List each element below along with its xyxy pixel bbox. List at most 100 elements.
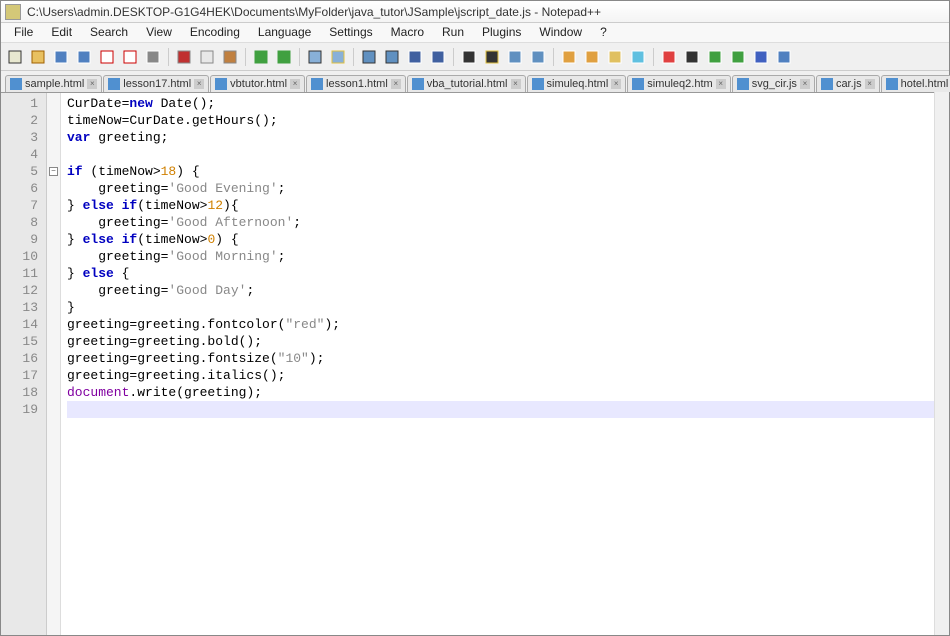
zoom-out-icon[interactable]: [382, 47, 402, 67]
tab-simuleq2-htm[interactable]: simuleq2.htm×: [627, 75, 730, 92]
tab-label: lesson17.html: [123, 78, 191, 90]
code-line[interactable]: greeting=greeting.bold();: [67, 333, 943, 350]
tab-hotel-html[interactable]: hotel.html×: [881, 75, 950, 92]
tab-close-icon[interactable]: ×: [611, 79, 621, 89]
replace-icon[interactable]: [328, 47, 348, 67]
find-icon[interactable]: [305, 47, 325, 67]
play-multi-icon[interactable]: [728, 47, 748, 67]
tab-close-icon[interactable]: ×: [511, 79, 521, 89]
indent-guide2-icon[interactable]: [528, 47, 548, 67]
indent-guide-icon[interactable]: [505, 47, 525, 67]
code-line[interactable]: if (timeNow>18) {: [67, 163, 943, 180]
save-icon[interactable]: [51, 47, 71, 67]
doc-map-icon[interactable]: [559, 47, 579, 67]
sync-v-icon[interactable]: [405, 47, 425, 67]
code-line[interactable]: [67, 401, 943, 418]
file-icon: [737, 78, 749, 90]
file-icon: [215, 78, 227, 90]
menu-window[interactable]: Window: [530, 23, 591, 42]
tab-close-icon[interactable]: ×: [716, 79, 726, 89]
tab-close-icon[interactable]: ×: [290, 79, 300, 89]
menu-help[interactable]: ?: [591, 23, 616, 42]
tab-lesson1-html[interactable]: lesson1.html×: [306, 75, 406, 92]
tab-close-icon[interactable]: ×: [865, 79, 875, 89]
menu-file[interactable]: File: [5, 23, 42, 42]
file-icon: [821, 78, 833, 90]
copy-icon[interactable]: [197, 47, 217, 67]
zoom-in-icon[interactable]: [359, 47, 379, 67]
code-line[interactable]: }: [67, 299, 943, 316]
tab-close-icon[interactable]: ×: [194, 79, 204, 89]
file-icon: [108, 78, 120, 90]
code-line[interactable]: greeting='Good Morning';: [67, 248, 943, 265]
close-icon[interactable]: [97, 47, 117, 67]
folder-icon[interactable]: [605, 47, 625, 67]
tab-label: vba_tutorial.html: [427, 78, 508, 90]
tab-close-icon[interactable]: ×: [391, 79, 401, 89]
menu-search[interactable]: Search: [81, 23, 137, 42]
stop-icon[interactable]: [682, 47, 702, 67]
window-title: C:\Users\admin.DESKTOP-G1G4HEK\Documents…: [27, 5, 601, 19]
code-line[interactable]: } else if(timeNow>12){: [67, 197, 943, 214]
open-file-icon[interactable]: [28, 47, 48, 67]
play-icon[interactable]: [705, 47, 725, 67]
func-list-icon[interactable]: [582, 47, 602, 67]
new-file-icon[interactable]: [5, 47, 25, 67]
monitor-icon[interactable]: [628, 47, 648, 67]
editor-area: 12345678910111213141516171819 − CurDate=…: [1, 93, 949, 635]
tab-sample-html[interactable]: sample.html×: [5, 75, 102, 92]
menu-view[interactable]: View: [137, 23, 181, 42]
code-line[interactable]: greeting='Good Evening';: [67, 180, 943, 197]
menu-edit[interactable]: Edit: [42, 23, 81, 42]
code-line[interactable]: greeting='Good Afternoon';: [67, 214, 943, 231]
tab-label: vbtutor.html: [230, 78, 287, 90]
code-line[interactable]: CurDate=new Date();: [67, 95, 943, 112]
wordwrap-icon[interactable]: [459, 47, 479, 67]
tab-label: simuleq.html: [547, 78, 609, 90]
code-line[interactable]: greeting='Good Day';: [67, 282, 943, 299]
print-icon[interactable]: [143, 47, 163, 67]
save-all-icon[interactable]: [74, 47, 94, 67]
tab-car-js[interactable]: car.js×: [816, 75, 880, 92]
code-editor[interactable]: CurDate=new Date();timeNow=CurDate.getHo…: [61, 93, 949, 635]
redo-icon[interactable]: [274, 47, 294, 67]
sync-h-icon[interactable]: [428, 47, 448, 67]
tab-lesson17-html[interactable]: lesson17.html×: [103, 75, 209, 92]
tab-label: car.js: [836, 78, 862, 90]
menu-macro[interactable]: Macro: [382, 23, 433, 42]
paste-icon[interactable]: [220, 47, 240, 67]
cut-icon[interactable]: [174, 47, 194, 67]
tab-svg_cir-js[interactable]: svg_cir.js×: [732, 75, 815, 92]
menu-plugins[interactable]: Plugins: [473, 23, 530, 42]
fold-toggle-icon[interactable]: −: [49, 167, 58, 176]
file-icon: [311, 78, 323, 90]
save-macro-icon[interactable]: [774, 47, 794, 67]
fold-column: −: [47, 93, 61, 635]
close-all-icon[interactable]: [120, 47, 140, 67]
code-line[interactable]: greeting=greeting.italics();: [67, 367, 943, 384]
tab-vbtutor-html[interactable]: vbtutor.html×: [210, 75, 305, 92]
menu-language[interactable]: Language: [249, 23, 320, 42]
code-line[interactable]: greeting=greeting.fontcolor("red");: [67, 316, 943, 333]
code-line[interactable]: greeting=greeting.fontsize("10");: [67, 350, 943, 367]
code-line[interactable]: [67, 146, 943, 163]
vertical-scrollbar[interactable]: [934, 92, 949, 635]
tab-label: hotel.html: [901, 78, 949, 90]
file-icon: [412, 78, 424, 90]
all-chars-icon[interactable]: [482, 47, 502, 67]
undo-icon[interactable]: [251, 47, 271, 67]
tab-close-icon[interactable]: ×: [800, 79, 810, 89]
tab-vba_tutorial-html[interactable]: vba_tutorial.html×: [407, 75, 526, 92]
fast-icon[interactable]: [751, 47, 771, 67]
code-line[interactable]: } else {: [67, 265, 943, 282]
code-line[interactable]: } else if(timeNow>0) {: [67, 231, 943, 248]
menu-run[interactable]: Run: [433, 23, 473, 42]
record-icon[interactable]: [659, 47, 679, 67]
tab-close-icon[interactable]: ×: [87, 79, 97, 89]
code-line[interactable]: var greeting;: [67, 129, 943, 146]
code-line[interactable]: document.write(greeting);: [67, 384, 943, 401]
code-line[interactable]: timeNow=CurDate.getHours();: [67, 112, 943, 129]
menu-encoding[interactable]: Encoding: [181, 23, 249, 42]
menu-settings[interactable]: Settings: [320, 23, 381, 42]
tab-simuleq-html[interactable]: simuleq.html×: [527, 75, 627, 92]
